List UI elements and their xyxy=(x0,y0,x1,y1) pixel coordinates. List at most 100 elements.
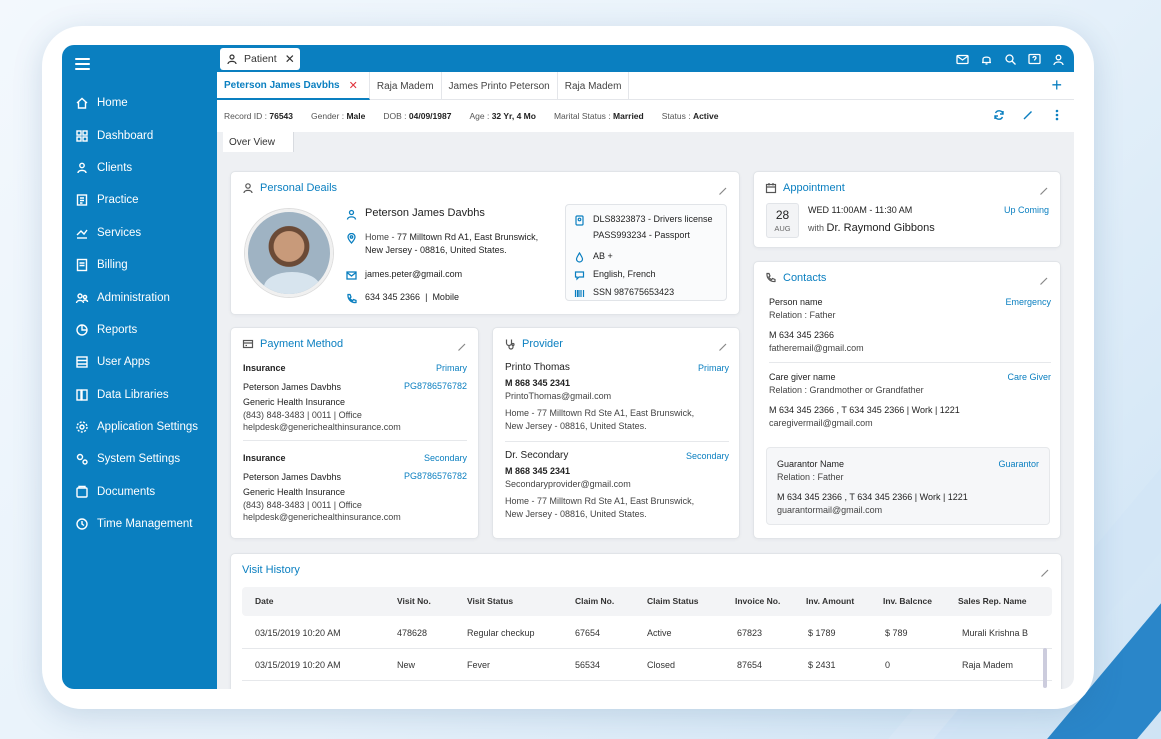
insurance-company: Generic Health Insurance xyxy=(243,397,346,407)
contact-email: guarantormail@gmail.com xyxy=(777,504,883,515)
edit-icon[interactable] xyxy=(718,339,728,351)
contact-relation: Relation : Father xyxy=(769,309,836,320)
sidebar-item-administration[interactable]: Administration xyxy=(62,281,217,313)
edit-icon[interactable] xyxy=(1039,273,1049,285)
phone-number: 634 345 2366 xyxy=(365,292,421,302)
column-header[interactable]: Date xyxy=(255,587,273,616)
address-line2: New Jersey - 08816, United States. xyxy=(365,244,507,255)
sidebar-item-documents[interactable]: Documents xyxy=(62,476,217,508)
appointment-doctor: Dr. Raymond Gibbons xyxy=(826,222,935,234)
patient-tab[interactable]: Raja Madem xyxy=(370,72,442,100)
edit-icon[interactable] xyxy=(457,339,467,351)
administration-icon xyxy=(75,291,89,305)
table-row[interactable]: 03/15/2019 10:20 AM 478628 Regular check… xyxy=(242,617,1052,649)
card-title: Appointment xyxy=(765,182,845,194)
visit-history-title: Visit History xyxy=(242,564,300,576)
tab-patient[interactable]: Patient ✕ xyxy=(220,48,300,70)
close-icon[interactable]: ✕ xyxy=(285,52,295,66)
search-icon[interactable] xyxy=(1002,51,1018,67)
user-icon[interactable] xyxy=(1050,51,1066,67)
column-header[interactable]: Inv. Balcnce xyxy=(883,587,932,616)
insurance-email: helpdesk@generichealthinsurance.com xyxy=(243,512,401,522)
add-tab-button[interactable]: + xyxy=(1051,76,1062,94)
sidebar-item-application-settings[interactable]: Application Settings xyxy=(62,411,217,443)
sidebar-item-dashboard[interactable]: Dashboard xyxy=(62,119,217,151)
contact-relation: Relation : Grandmother or Grandfather xyxy=(769,384,924,395)
appointment-card: Appointment 28 AUG WED 11:00AM - 11:30 A… xyxy=(753,171,1061,248)
avatar-shirt xyxy=(264,272,320,294)
bell-icon[interactable] xyxy=(978,51,994,67)
column-header[interactable]: Visit No. xyxy=(397,587,431,616)
table-row[interactable]: 03/15/2019 10:20 AM New Fever 56534 Clos… xyxy=(242,649,1052,681)
sidebar-item-billing[interactable]: Billing xyxy=(62,249,217,281)
appointment-with-label: with xyxy=(808,223,825,233)
patient-tab-label: Raja Madem xyxy=(564,80,622,92)
sidebar-item-label: Data Libraries xyxy=(97,388,169,401)
sidebar-item-clients[interactable]: Clients xyxy=(62,152,217,184)
sidebar-item-reports[interactable]: Reports xyxy=(62,314,217,346)
contact-item: Care giver name Relation : Grandmother o… xyxy=(769,371,1051,429)
card-title: Visit History xyxy=(242,564,300,576)
column-header[interactable]: Invoice No. xyxy=(735,587,780,616)
patient-tab[interactable]: Raja Madem xyxy=(558,72,630,100)
close-icon[interactable]: ✕ xyxy=(349,79,358,92)
column-header[interactable]: Visit Status xyxy=(467,587,513,616)
help-icon[interactable] xyxy=(1026,51,1042,67)
sidebar-item-time-management[interactable]: Time Management xyxy=(62,508,217,540)
sidebar-item-label: Dashboard xyxy=(97,129,154,142)
patient-tab[interactable]: James Printo Peterson xyxy=(442,72,558,100)
dob-value: 04/09/1987 xyxy=(408,111,452,121)
table-scrollbar[interactable] xyxy=(1043,648,1047,688)
edit-icon[interactable] xyxy=(718,183,728,195)
email-value[interactable]: james.peter@gmail.com xyxy=(365,268,462,281)
tab-overview[interactable]: Over View xyxy=(223,132,294,152)
person-icon xyxy=(242,182,254,194)
contact-tag: Care Giver xyxy=(1007,372,1051,382)
personal-details-card: Personal Deails Peterson James Davbhs Ho… xyxy=(230,171,740,315)
mail-icon[interactable] xyxy=(954,51,970,67)
table-cell: 478628 xyxy=(397,628,428,638)
table-cell: $ 1789 xyxy=(808,628,836,638)
policy-number[interactable]: PG8786576782 xyxy=(404,380,467,393)
person-icon xyxy=(346,207,358,220)
column-header[interactable]: Claim Status xyxy=(647,587,699,616)
patient-tab[interactable]: Peterson James Davbhs ✕ xyxy=(217,72,370,100)
sidebar: Home Dashboard Clients Practice Services… xyxy=(62,45,217,689)
ssn: SSN 987675653423 xyxy=(593,287,675,297)
sidebar-item-system-settings[interactable]: System Settings xyxy=(62,443,217,475)
card-title: Provider xyxy=(504,338,563,350)
blood-group: AB + xyxy=(593,251,613,261)
table-cell: 03/15/2019 10:20 AM xyxy=(255,660,341,670)
contact-email: fatheremail@gmail.com xyxy=(769,342,864,353)
barcode-icon xyxy=(574,286,585,297)
sidebar-item-home[interactable]: Home xyxy=(62,87,217,119)
more-icon[interactable] xyxy=(1050,108,1064,122)
address-block: Home - 77 Milltown Rd A1, East Brunswick… xyxy=(365,231,538,256)
hamburger-menu-icon[interactable] xyxy=(75,58,90,70)
column-header[interactable]: Claim No. xyxy=(575,587,614,616)
sidebar-item-services[interactable]: Services xyxy=(62,217,217,249)
ssn-row: SSN 987675653423 xyxy=(574,286,674,299)
appointment-status: Up Coming xyxy=(1003,205,1049,215)
refresh-icon[interactable] xyxy=(992,108,1006,122)
sidebar-nav: Home Dashboard Clients Practice Services… xyxy=(62,87,217,540)
payment-title: Payment Method xyxy=(260,338,344,350)
column-header[interactable]: Inv. Amount xyxy=(806,587,854,616)
provider-email: PrintoThomas@gmail.com xyxy=(505,390,612,401)
edit-icon[interactable] xyxy=(1021,108,1035,122)
contact-item: Guarantor Name Relation : Father Guarant… xyxy=(777,458,1039,516)
edit-icon[interactable] xyxy=(1040,565,1050,577)
provider-item: Printo Thomas Primary M 868 345 2341 Pri… xyxy=(505,362,729,432)
sidebar-item-data-libraries[interactable]: Data Libraries xyxy=(62,379,217,411)
sidebar-item-user-apps[interactable]: User Apps xyxy=(62,346,217,378)
record-id-value: 76543 xyxy=(269,111,294,121)
table-cell: Active xyxy=(647,628,672,638)
patient-tab-label: Peterson James Davbhs xyxy=(224,79,340,91)
column-header[interactable]: Sales Rep. Name xyxy=(958,587,1027,616)
table-cell: Fever xyxy=(467,660,491,670)
edit-icon[interactable] xyxy=(1039,183,1049,195)
payment-method-card: Payment Method Insurance Primary Peterso… xyxy=(230,327,479,539)
phone-type: Mobile xyxy=(432,292,459,302)
sidebar-item-practice[interactable]: Practice xyxy=(62,184,217,216)
policy-number[interactable]: PG8786576782 xyxy=(404,470,467,483)
